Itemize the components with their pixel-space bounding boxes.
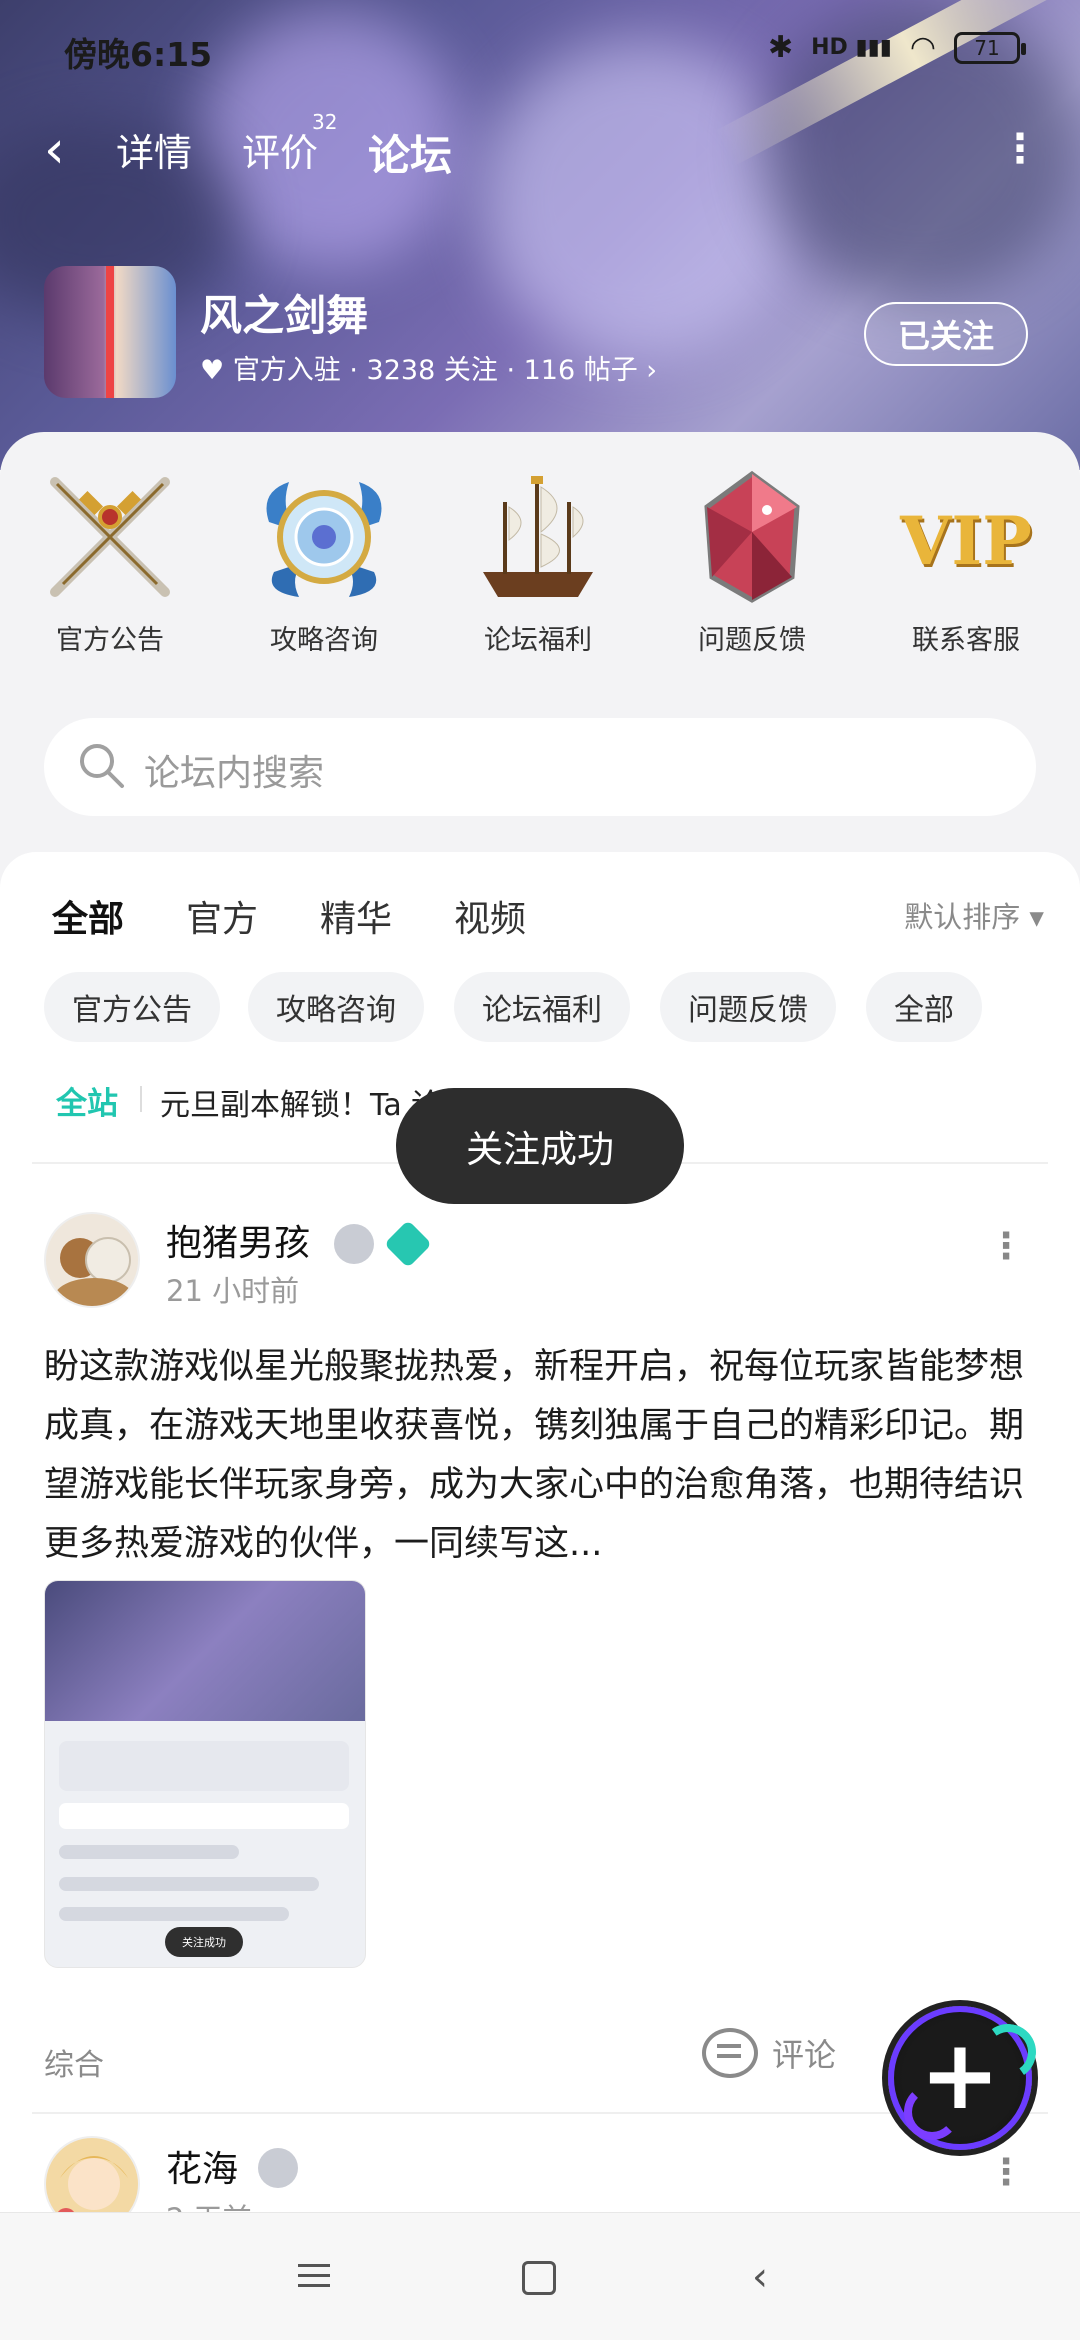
status-bar: 傍晚6:15 ✱ HD ▮▮▮ ◠ 71 bbox=[0, 0, 1080, 100]
shortcut-label: 问题反馈 bbox=[698, 625, 806, 656]
author-name[interactable]: 花海 bbox=[166, 2140, 238, 2192]
thumbnail-header bbox=[45, 1581, 365, 1721]
forum-panel: 官方公告 攻略咨询 论坛福利 问题反馈 VIP 联系客服 论坛内搜索 全部 官方… bbox=[0, 432, 1080, 2236]
back-button[interactable]: ‹ bbox=[44, 122, 88, 178]
avatar[interactable] bbox=[44, 1212, 140, 1308]
top-nav: ‹ 详情 评价 32 论坛 ⋮ bbox=[0, 110, 1080, 190]
thumbnail-shape bbox=[59, 1907, 289, 1921]
thumbnail-shape bbox=[59, 1803, 349, 1829]
tab-reviews[interactable]: 评价 bbox=[242, 122, 318, 177]
chip-welfare[interactable]: 论坛福利 bbox=[454, 972, 630, 1042]
ship-icon bbox=[463, 462, 613, 612]
shortcut-customer-service[interactable]: VIP 联系客服 bbox=[866, 462, 1066, 657]
comment-icon bbox=[702, 2028, 758, 2078]
crystal-orb-icon bbox=[249, 462, 399, 612]
create-post-button[interactable]: + bbox=[888, 2006, 1032, 2150]
home-button[interactable] bbox=[522, 2261, 556, 2295]
thumbnail-toast: 关注成功 bbox=[165, 1927, 243, 1957]
sort-dropdown[interactable]: 默认排序 ▾ bbox=[904, 894, 1044, 936]
tab-forum[interactable]: 论坛 bbox=[368, 122, 453, 187]
feed-tab-featured[interactable]: 精华 bbox=[320, 890, 392, 942]
toast-message: 关注成功 bbox=[396, 1088, 684, 1204]
system-nav-bar: ‹ bbox=[0, 2212, 1080, 2340]
level-badge-icon bbox=[258, 2148, 298, 2188]
post-more-button[interactable]: ⋮ bbox=[988, 1226, 1024, 1267]
chip-feedback[interactable]: 问题反馈 bbox=[660, 972, 836, 1042]
thumbnail-shape bbox=[59, 1741, 349, 1791]
game-banner: 傍晚6:15 ✱ HD ▮▮▮ ◠ 71 ‹ 详情 评价 32 论坛 ⋮ 风之剑… bbox=[0, 0, 1080, 470]
verified-heart-icon: ♥ bbox=[200, 355, 225, 386]
thumbnail-shape bbox=[59, 1877, 319, 1891]
post-body[interactable]: 盼这款游戏似星光般聚拢热爱，新程开启，祝每位玩家皆能梦想成真，在游戏天地里收获喜… bbox=[44, 1338, 1034, 1574]
bluetooth-icon: ✱ bbox=[768, 30, 794, 65]
vip-icon: VIP bbox=[891, 462, 1041, 612]
shortcut-welfare[interactable]: 论坛福利 bbox=[438, 462, 638, 657]
status-icons: ✱ HD ▮▮▮ ◠ 71 bbox=[768, 30, 1026, 65]
post-more-button[interactable]: ⋮ bbox=[988, 2152, 1024, 2193]
status-time: 傍晚6:15 bbox=[64, 35, 213, 74]
shortcut-label: 官方公告 bbox=[56, 625, 164, 656]
search-placeholder: 论坛内搜索 bbox=[144, 753, 325, 794]
thumbnail-shape bbox=[59, 1845, 239, 1859]
ticker-tag: 全站 bbox=[56, 1086, 118, 1122]
post-image-thumbnail[interactable]: 关注成功 bbox=[44, 1580, 366, 1968]
vip-text: VIP bbox=[900, 502, 1032, 580]
chip-guide[interactable]: 攻略咨询 bbox=[248, 972, 424, 1042]
post-category[interactable]: 综合 bbox=[44, 2040, 104, 2084]
game-meta[interactable]: ♥ 官方入驻 · 3238 关注 · 116 帖子 › bbox=[200, 348, 657, 387]
shortcut-guide[interactable]: 攻略咨询 bbox=[224, 462, 424, 657]
wifi-icon: ◠ bbox=[909, 30, 936, 65]
feed-tab-all[interactable]: 全部 bbox=[52, 890, 124, 948]
crossed-swords-icon bbox=[35, 462, 185, 612]
search-icon bbox=[80, 744, 124, 788]
battery-icon: 71 bbox=[954, 31, 1026, 64]
tab-details[interactable]: 详情 bbox=[116, 122, 192, 177]
comment-button[interactable]: 评论 bbox=[702, 2028, 836, 2078]
shortcut-label: 联系客服 bbox=[912, 625, 1020, 656]
more-options-button[interactable]: ⋮ bbox=[1000, 126, 1040, 172]
feed-tab-official[interactable]: 官方 bbox=[186, 890, 258, 942]
red-gem-icon bbox=[677, 462, 827, 612]
post-time: 21 小时前 bbox=[166, 1274, 300, 1308]
comment-label: 评论 bbox=[772, 2036, 837, 2074]
shortcut-feedback[interactable]: 问题反馈 bbox=[652, 462, 852, 657]
game-info-card: 风之剑舞 ♥ 官方入驻 · 3238 关注 · 116 帖子 › 已关注 bbox=[44, 266, 1044, 406]
music-badge-icon bbox=[383, 1219, 433, 1269]
divider bbox=[32, 2112, 1048, 2114]
author-name[interactable]: 抱猪男孩 bbox=[166, 1214, 310, 1266]
follow-button[interactable]: 已关注 bbox=[864, 302, 1028, 366]
feed-tab-video[interactable]: 视频 bbox=[454, 890, 526, 942]
signal-icon: HD ▮▮▮ bbox=[811, 35, 892, 60]
plus-icon: + bbox=[919, 2019, 1001, 2131]
shortcut-label: 攻略咨询 bbox=[270, 625, 378, 656]
chip-all[interactable]: 全部 bbox=[866, 972, 982, 1042]
game-logo[interactable] bbox=[44, 266, 176, 398]
search-input[interactable]: 论坛内搜索 bbox=[44, 718, 1036, 816]
system-back-button[interactable]: ‹ bbox=[752, 2257, 792, 2297]
game-title: 风之剑舞 bbox=[200, 291, 369, 340]
post-card[interactable]: 抱猪男孩 21 小时前 ⋮ 盼这款游戏似星光般聚拢热爱，新程开启，祝每位玩家皆能… bbox=[0, 1192, 1080, 2072]
level-badge-icon bbox=[334, 1224, 374, 1264]
chip-official-notice[interactable]: 官方公告 bbox=[44, 972, 220, 1042]
shortcut-label: 论坛福利 bbox=[484, 625, 592, 656]
shortcut-row: 官方公告 攻略咨询 论坛福利 问题反馈 VIP 联系客服 bbox=[0, 462, 1080, 662]
review-count-badge: 32 bbox=[312, 110, 338, 134]
shortcut-official-notice[interactable]: 官方公告 bbox=[10, 462, 210, 657]
recent-apps-button[interactable] bbox=[298, 2257, 338, 2297]
ticker-separator bbox=[140, 1086, 142, 1112]
